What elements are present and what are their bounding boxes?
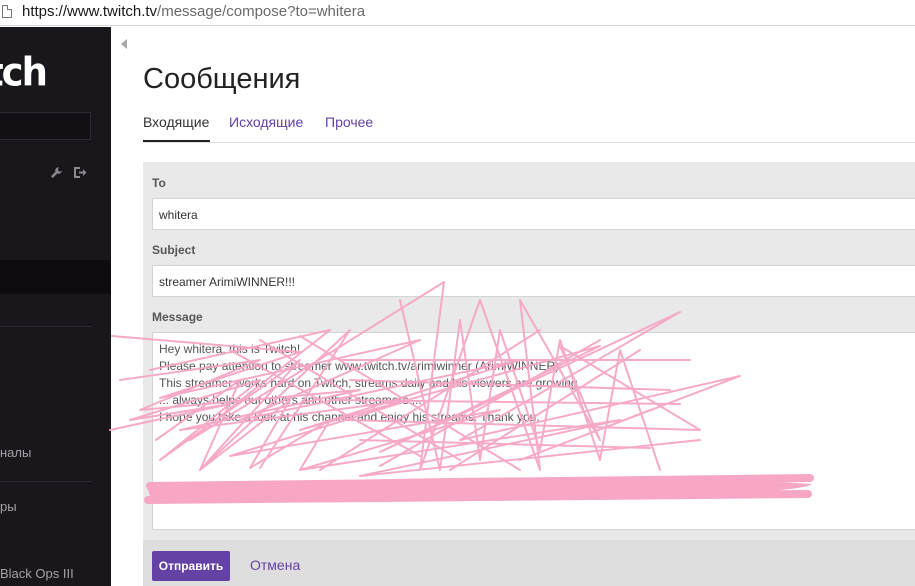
- page-icon: [2, 5, 12, 18]
- sidebar-tools: [50, 166, 93, 182]
- cancel-link[interactable]: Отмена: [250, 557, 300, 573]
- tab-inbox[interactable]: Входящие: [143, 114, 209, 130]
- sidebar-divider: [0, 326, 92, 327]
- message-line: This streamer works hard on Twitch, stre…: [159, 376, 578, 390]
- url-path: /message/compose?to=whitera: [157, 3, 366, 20]
- to-label: To: [152, 176, 166, 190]
- sidebar-divider: [0, 481, 92, 482]
- twitch-logo[interactable]: tch: [0, 50, 48, 95]
- message-line: Hey whitera, this is Twitch!: [159, 342, 301, 356]
- sidebar: tch налы ры Black Ops III: [0, 27, 111, 586]
- subject-field[interactable]: streamer ArimiWINNER!!!: [152, 265, 915, 297]
- message-field[interactable]: Hey whitera, this is Twitch! Please pay …: [152, 332, 915, 530]
- sidebar-item-games[interactable]: ры: [0, 499, 17, 514]
- form-footer: Отправить Отмена: [143, 540, 915, 586]
- logout-icon[interactable]: [73, 166, 87, 182]
- message-line: Please pay attention to streamer www.twi…: [159, 359, 560, 373]
- send-button[interactable]: Отправить: [152, 551, 230, 581]
- wrench-icon[interactable]: [50, 166, 63, 182]
- sidebar-item-channels[interactable]: налы: [0, 445, 31, 460]
- sidebar-search-input[interactable]: [0, 112, 91, 140]
- subject-label: Subject: [152, 243, 196, 257]
- sidebar-item-black-ops[interactable]: Black Ops III: [0, 566, 74, 581]
- message-line: I hope you take a look at his channel an…: [159, 410, 540, 424]
- tab-other[interactable]: Прочее: [325, 114, 373, 130]
- tab-sent[interactable]: Исходящие: [229, 114, 303, 130]
- compose-form: To whitera Subject streamer ArimiWINNER!…: [143, 162, 915, 586]
- address-bar[interactable]: https://www.twitch.tv/message/compose?to…: [0, 0, 915, 26]
- sidebar-active-band: [0, 260, 111, 294]
- page-title: Сообщения: [143, 63, 301, 95]
- collapse-sidebar-icon[interactable]: [121, 39, 127, 49]
- url-text[interactable]: https://www.twitch.tv/message/compose?to…: [22, 3, 365, 20]
- message-line: ... always helps out others and other st…: [159, 393, 422, 407]
- to-field[interactable]: whitera: [152, 198, 915, 230]
- tabs-divider: [143, 142, 915, 143]
- message-label: Message: [152, 310, 203, 324]
- url-host: https://www.twitch.tv: [22, 3, 158, 20]
